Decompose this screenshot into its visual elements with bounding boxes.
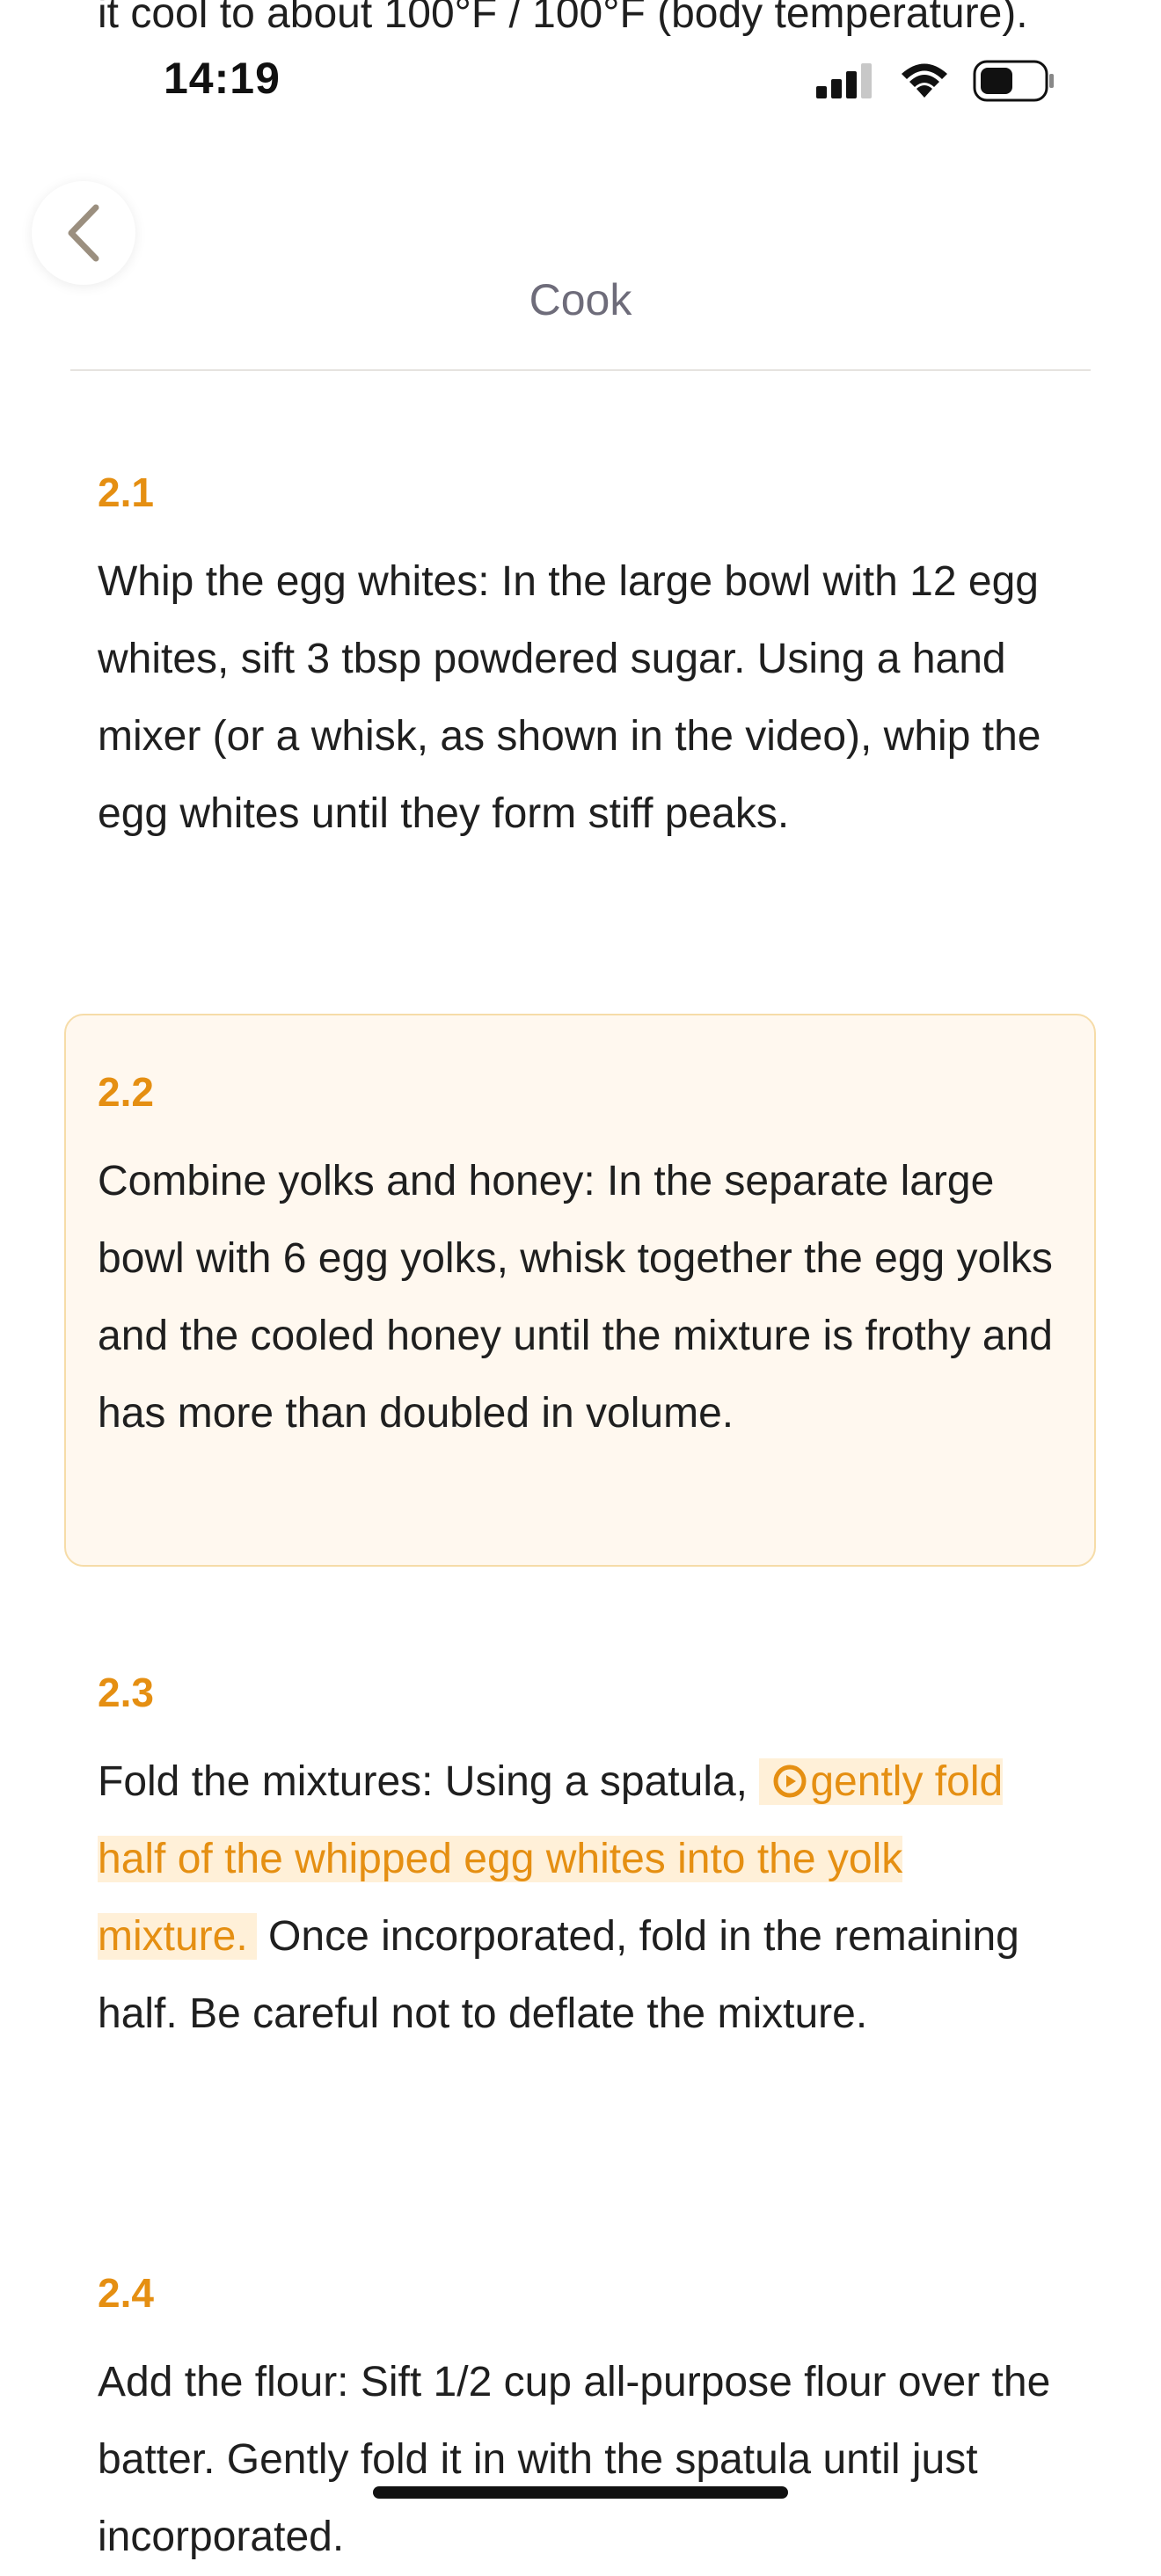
step-card: 2.2 Combine yolks and honey: In the sepa… — [98, 1066, 1065, 1452]
step-text: Whip the egg whites: In the large bowl w… — [98, 558, 1041, 837]
cellular-signal-icon — [816, 63, 872, 98]
step-number: 2.1 — [98, 469, 154, 515]
step-text: Combine yolks and honey: In the separate… — [98, 1158, 1053, 1437]
status-time: 14:19 — [164, 54, 281, 103]
battery-icon — [973, 60, 1054, 102]
page-title: Cook — [529, 275, 632, 324]
back-button[interactable] — [32, 181, 135, 285]
step-text-before: Fold the mixtures: Using a spatula, — [98, 1758, 748, 1805]
play-circle-icon — [773, 1765, 807, 1798]
status-icons — [816, 60, 1055, 102]
step-card: 2.3 Fold the mixtures: Using a spatula, … — [98, 1666, 1065, 2053]
step-number: 2.2 — [98, 1069, 154, 1115]
step-text: Fold the mixtures: Using a spatula, gent… — [98, 1743, 1065, 2053]
header-divider — [70, 369, 1091, 371]
previous-step-text-fragment: it cool to about 100°F / 100°F (body tem… — [98, 0, 1028, 37]
step-card: 2.1 Whip the egg whites: In the large bo… — [98, 466, 1065, 853]
home-indicator[interactable] — [373, 2486, 788, 2499]
step-number: 2.4 — [98, 2270, 154, 2316]
wifi-icon — [902, 63, 947, 98]
chevron-left-icon — [68, 204, 99, 262]
step-card: 2.4 Add the flour: Sift 1/2 cup all-purp… — [98, 2267, 1065, 2576]
step-number: 2.3 — [98, 1670, 154, 1715]
step-text: Add the flour: Sift 1/2 cup all-purpose … — [98, 2359, 1051, 2560]
